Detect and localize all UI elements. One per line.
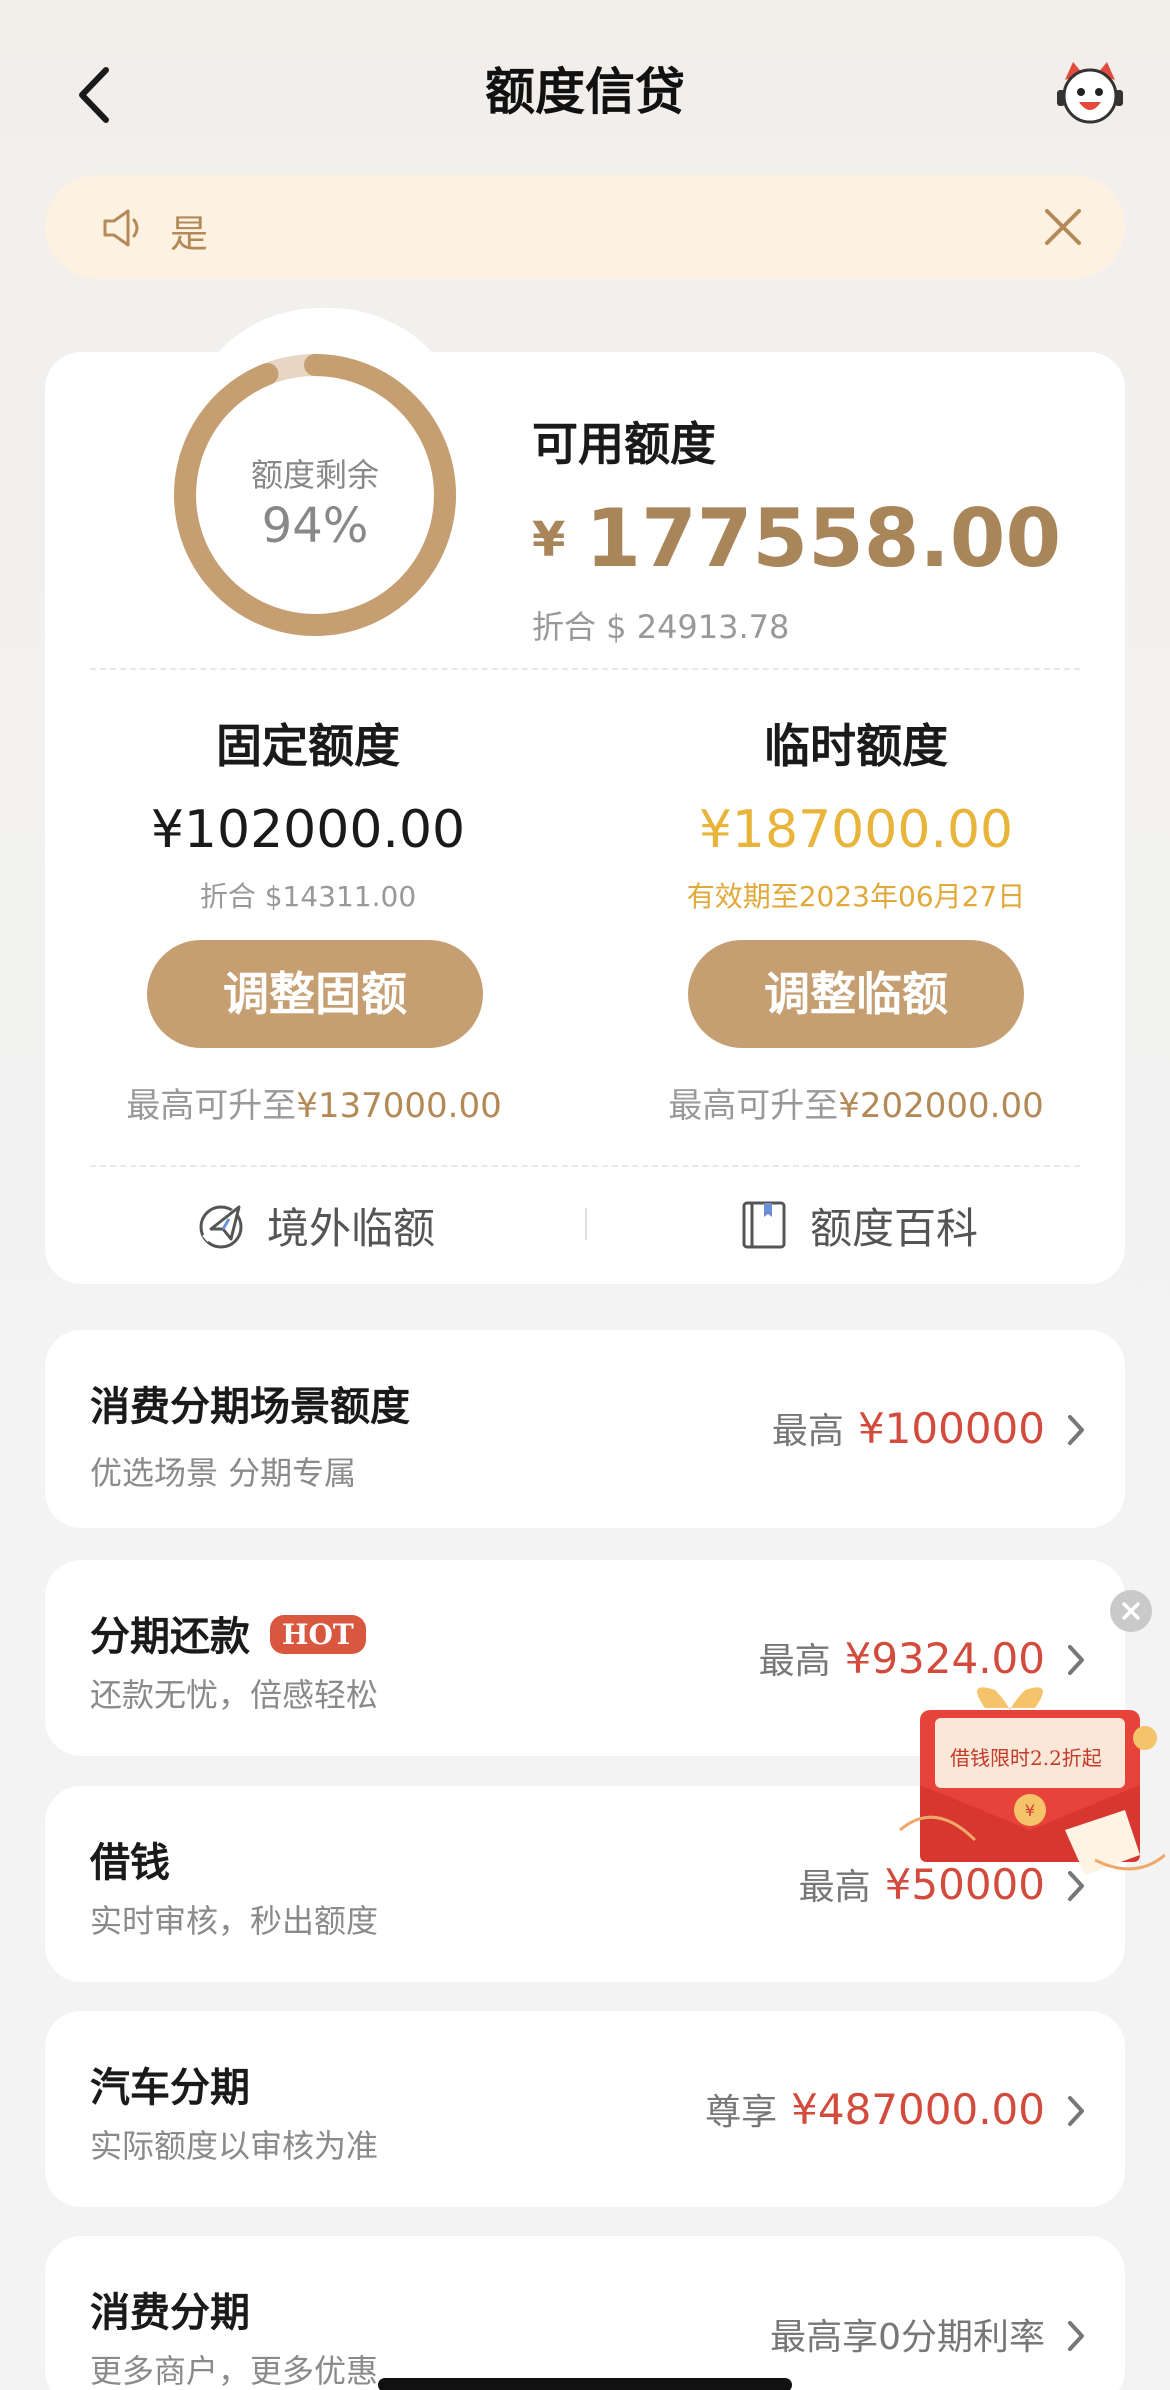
hot-badge: HOT: [270, 1615, 366, 1654]
available-label: 可用额度: [532, 417, 716, 471]
list-item-prefix: 最高享0分期利率: [770, 2317, 1045, 2358]
fixed-max-value: ¥137000.00: [296, 1086, 502, 1126]
temp-title: 临时额度: [764, 719, 948, 773]
header: 额度信贷: [0, 0, 1170, 170]
list-item-title: 借钱: [90, 1840, 170, 1886]
chevron-right-icon: [1068, 1645, 1084, 1675]
close-icon: [1045, 209, 1081, 245]
promo-text: 借钱限时2.2折起: [950, 1746, 1102, 1770]
currency-symbol: ¥: [532, 512, 566, 568]
overseas-temp-label: 境外临额: [267, 1203, 436, 1253]
chevron-right-icon: [1068, 1415, 1084, 1445]
ring-label: 额度剩余: [250, 456, 379, 494]
list-item[interactable]: 消费分期场景额度 优选场景 分期专属 最高 ¥100000: [45, 1330, 1125, 1528]
list-item-amount: 最高 ¥100000: [772, 1402, 1045, 1454]
list-item-title: 消费分期: [90, 2290, 250, 2336]
fixed-amount: ¥102000.00: [150, 800, 466, 860]
list-item-value: ¥487000.00: [791, 2085, 1045, 2134]
quota-wiki-label: 额度百科: [810, 1203, 979, 1253]
divider: [90, 668, 1080, 670]
page: 额度信贷 是 额度剩余 94% 可用额度 ¥ 177558.00 折合 $ 24…: [0, 0, 1170, 2390]
ring-percent: 94%: [261, 498, 369, 554]
list-item-amount: 最高 ¥9324.00: [759, 1632, 1045, 1684]
list-item-title-text: 分期还款: [90, 1614, 250, 1660]
available-amount-value: 177558.00: [585, 492, 1062, 585]
list-item[interactable]: 消费分期 更多商户，更多优惠 最高享0分期利率: [45, 2236, 1125, 2390]
temp-max-prefix: 最高可升至: [668, 1086, 839, 1126]
list-item-subtitle: 优选场景 分期专属: [90, 1454, 357, 1492]
close-icon: [1122, 1602, 1140, 1620]
list-item-prefix: 最高: [758, 1641, 831, 1682]
list-item-prefix: 最高: [798, 1867, 871, 1908]
notice-bar[interactable]: 是: [45, 175, 1125, 279]
list-item-value: ¥100000: [857, 1404, 1045, 1453]
fixed-max-line: 最高可升至¥137000.00: [54, 1078, 574, 1127]
adjust-temp-button[interactable]: 调整临额: [688, 940, 1024, 1048]
temp-amount: ¥187000.00: [698, 800, 1014, 860]
available-converted: 折合 $ 24913.78: [532, 608, 790, 646]
list-item-value: ¥9324.00: [844, 1634, 1045, 1683]
fixed-max-prefix: 最高可升至: [126, 1086, 297, 1126]
chevron-right-icon: [1068, 2096, 1084, 2126]
home-indicator: [378, 2378, 792, 2390]
page-title: 额度信贷: [485, 63, 685, 121]
fixed-converted: 折合 $14311.00: [199, 880, 417, 913]
red-envelope-promo[interactable]: ¥: [895, 1680, 1165, 1880]
list-item[interactable]: 汽车分期 实际额度以审核为准 尊享 ¥487000.00: [45, 2011, 1125, 2207]
promo-close-button[interactable]: [1110, 1590, 1152, 1632]
notice-close-button[interactable]: [1039, 203, 1087, 251]
list-item-title: 汽车分期: [90, 2065, 250, 2111]
list-item-subtitle: 更多商户，更多优惠: [90, 2352, 379, 2390]
divider: [90, 1165, 1080, 1167]
list-item-subtitle: 还款无忧，倍感轻松: [90, 1676, 379, 1714]
fixed-title: 固定额度: [216, 719, 400, 773]
list-item-subtitle: 实时审核，秒出额度: [90, 1902, 379, 1940]
link-separator: [585, 1208, 587, 1240]
list-item-prefix: 尊享: [705, 2092, 778, 2133]
mascot-icon[interactable]: [1055, 58, 1125, 128]
svg-text:¥: ¥: [1025, 1801, 1035, 1820]
list-item-amount: 尊享 ¥487000.00: [705, 2083, 1045, 2135]
speaker-icon: [103, 209, 139, 247]
list-item-title: 消费分期场景额度: [90, 1384, 410, 1430]
notice-text: 是: [170, 212, 209, 256]
temp-max-value: ¥202000.00: [838, 1086, 1044, 1126]
temp-max-line: 最高可升至¥202000.00: [596, 1078, 1116, 1127]
list-item-amount: 最高享0分期利率: [770, 2308, 1045, 2360]
list-item-prefix: 最高: [771, 1411, 844, 1452]
chevron-right-icon: [1068, 2321, 1084, 2351]
plane-icon: [199, 1205, 243, 1249]
list-item-subtitle: 实际额度以审核为准: [90, 2127, 379, 2165]
book-icon: [742, 1201, 786, 1249]
overseas-temp-link[interactable]: 境外临额: [195, 1195, 435, 1255]
temp-expiry: 有效期至2023年06月27日: [686, 880, 1026, 913]
list-item-title: 分期还款 HOT: [90, 1604, 366, 1662]
quota-wiki-link[interactable]: 额度百科: [738, 1195, 978, 1255]
adjust-fixed-button[interactable]: 调整固额: [147, 940, 483, 1048]
available-amount: ¥177558.00: [532, 492, 1061, 585]
